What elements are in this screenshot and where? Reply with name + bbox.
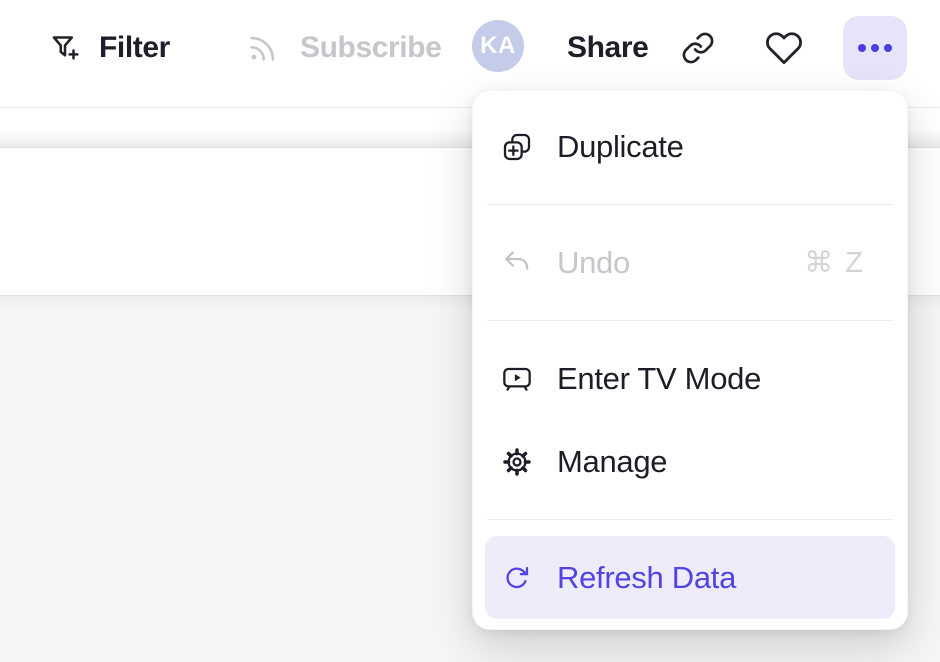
menu-item-label: Undo xyxy=(557,245,630,281)
menu-divider xyxy=(487,204,893,205)
menu-item-manage[interactable]: Manage xyxy=(485,420,895,503)
share-button[interactable]: Share xyxy=(567,30,648,66)
more-options-menu: Duplicate Undo ⌘ Z Enter TV Mode xyxy=(472,90,908,630)
menu-item-undo: Undo ⌘ Z xyxy=(485,221,895,304)
rss-icon xyxy=(246,31,280,65)
menu-item-label: Enter TV Mode xyxy=(557,361,761,397)
gear-icon xyxy=(501,446,533,478)
subscribe-button[interactable]: Subscribe xyxy=(300,30,441,66)
avatar[interactable]: KA xyxy=(472,20,524,72)
menu-item-duplicate[interactable]: Duplicate xyxy=(485,105,895,188)
undo-icon xyxy=(501,247,533,279)
tv-play-icon xyxy=(501,363,533,395)
screen: Filter Subscribe KA Share some of the mo… xyxy=(0,0,940,662)
filter-button[interactable]: Filter xyxy=(99,30,170,66)
menu-divider xyxy=(487,519,893,520)
duplicate-icon xyxy=(501,131,533,163)
ellipsis-icon xyxy=(858,44,866,52)
menu-item-enter-tv-mode[interactable]: Enter TV Mode xyxy=(485,337,895,420)
menu-item-refresh-data[interactable]: Refresh Data xyxy=(485,536,895,619)
avatar-initials: KA xyxy=(480,32,516,60)
refresh-icon xyxy=(501,562,533,594)
more-options-button[interactable] xyxy=(843,16,907,80)
menu-item-label: Refresh Data xyxy=(557,560,736,596)
funnel-plus-icon[interactable] xyxy=(48,31,82,65)
keyboard-shortcut: ⌘ Z xyxy=(804,245,865,280)
menu-item-label: Manage xyxy=(557,444,667,480)
heart-icon[interactable] xyxy=(765,29,803,67)
link-icon[interactable] xyxy=(681,31,715,65)
menu-divider xyxy=(487,320,893,321)
menu-item-label: Duplicate xyxy=(557,129,684,165)
